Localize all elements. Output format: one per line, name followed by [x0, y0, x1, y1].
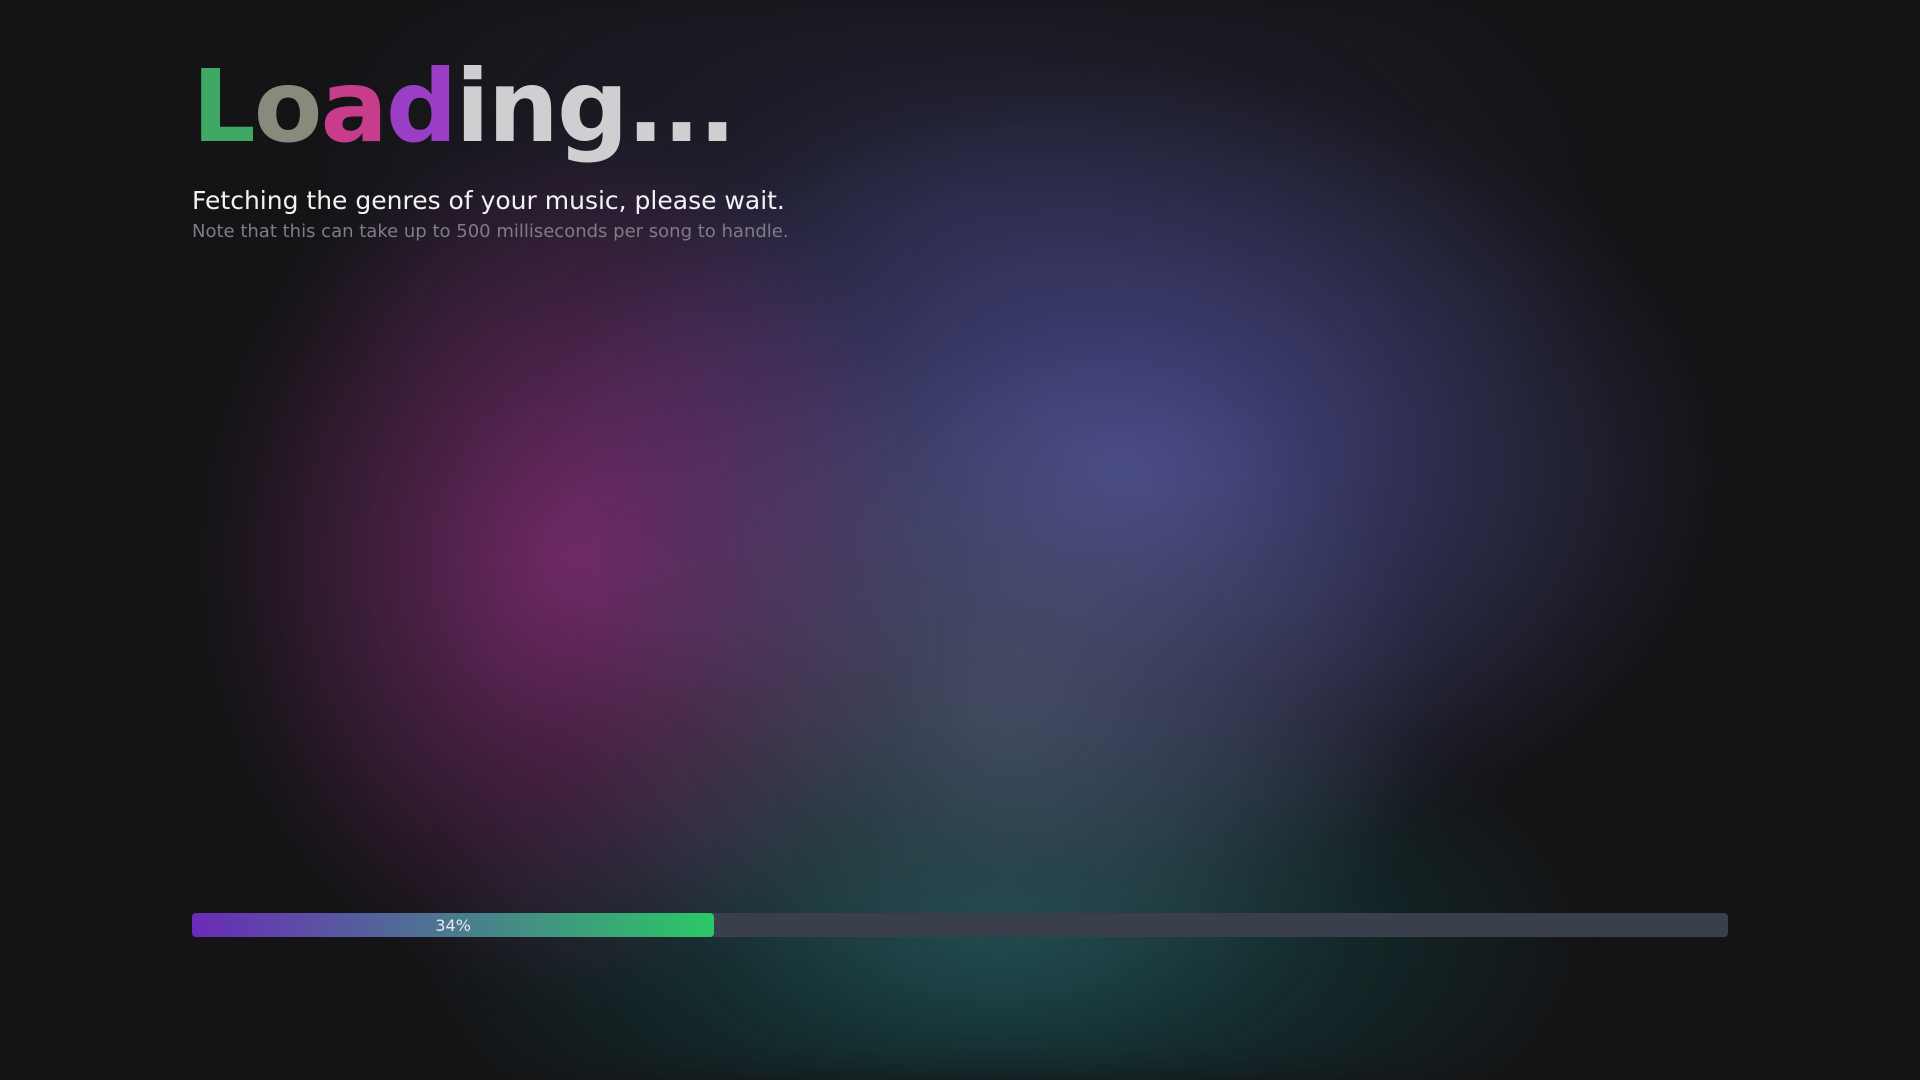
title-letter: L [192, 48, 256, 165]
title-letter: a [320, 48, 387, 165]
loading-content: Loading... Fetching the genres of your m… [192, 52, 1728, 243]
loading-title: Loading... [192, 52, 1728, 162]
loading-page: Loading... Fetching the genres of your m… [0, 0, 1920, 1080]
progress-label: 34% [435, 915, 471, 935]
title-letter: d [385, 48, 458, 165]
title-letter: o [253, 48, 323, 165]
progress-bar: 34% [192, 913, 1728, 937]
loading-subtitle: Fetching the genres of your music, pleas… [192, 186, 785, 215]
title-rest: ing... [455, 48, 737, 165]
progress-fill: 34% [192, 913, 715, 937]
loading-note: Note that this can take up to 500 millis… [192, 221, 789, 242]
